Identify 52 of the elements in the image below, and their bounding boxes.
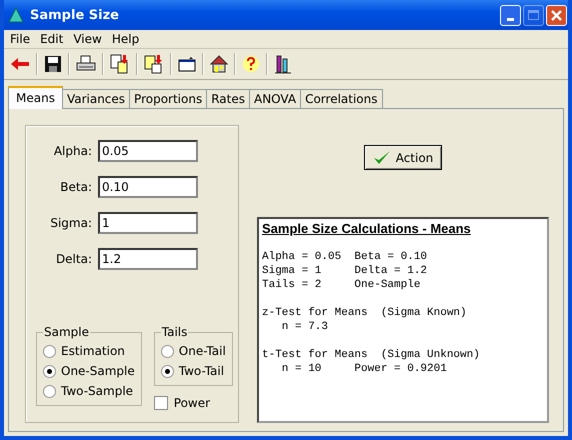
radio-button[interactable] bbox=[160, 344, 174, 358]
output-line: Tails = 2 One-Sample bbox=[262, 278, 422, 292]
field-label: Beta: bbox=[59, 180, 92, 194]
output-line: n = 10 Power = 0.9201 bbox=[280, 362, 448, 376]
input-field[interactable]: 1.2 bbox=[98, 248, 198, 270]
back-arrow-icon[interactable] bbox=[10, 57, 30, 71]
tab[interactable]: Proportions bbox=[129, 89, 208, 108]
checkbox-label: Power bbox=[174, 396, 210, 410]
radio-label: One-Sample bbox=[61, 364, 135, 378]
window-title: Sample Size bbox=[30, 8, 120, 22]
radio-label: Two-Tail bbox=[178, 364, 224, 378]
close-icon bbox=[550, 8, 563, 22]
help-icon[interactable] bbox=[242, 55, 260, 73]
clipboard-arrow-icon[interactable] bbox=[144, 54, 164, 74]
action-button[interactable]: Action bbox=[364, 145, 442, 170]
menu-item[interactable]: Edit bbox=[40, 32, 64, 46]
document-arrow-icon[interactable] bbox=[110, 54, 130, 74]
field-label: Alpha: bbox=[52, 144, 92, 158]
menu-item[interactable]: View bbox=[73, 32, 102, 46]
group-title: Sample bbox=[43, 325, 90, 339]
field-label: Sigma: bbox=[49, 216, 92, 230]
menu-item[interactable]: File bbox=[10, 32, 30, 46]
checkbox[interactable] bbox=[154, 396, 168, 410]
radio-label: Estimation bbox=[61, 344, 125, 358]
tab[interactable]: Means bbox=[8, 86, 63, 109]
output-line: z-Test for Means (Sigma Known) bbox=[262, 306, 468, 320]
home-icon[interactable] bbox=[210, 55, 228, 73]
triangle-icon bbox=[8, 7, 24, 23]
output-line: t-Test for Means (Sigma Unknown) bbox=[262, 348, 481, 362]
tab[interactable]: Correlations bbox=[300, 89, 382, 108]
radio-label: Two-Sample bbox=[61, 384, 134, 398]
save-icon[interactable] bbox=[44, 55, 62, 73]
checkmark-icon bbox=[372, 150, 391, 166]
output-heading: Sample Size Calculations - Means bbox=[262, 221, 472, 236]
radio-button[interactable] bbox=[160, 364, 174, 378]
input-field[interactable]: 0.10 bbox=[98, 176, 198, 198]
menu-item[interactable]: Help bbox=[112, 32, 140, 46]
close-button[interactable] bbox=[546, 4, 567, 26]
printer-icon[interactable] bbox=[76, 55, 96, 73]
output-line: n = 7.3 bbox=[280, 320, 330, 334]
input-field[interactable]: 1 bbox=[98, 212, 198, 234]
output-line: Sigma = 1 Delta = 1.2 bbox=[262, 264, 428, 278]
radio-label: One-Tail bbox=[178, 344, 226, 358]
radio-button[interactable] bbox=[43, 364, 56, 378]
group-title: Tails bbox=[160, 325, 188, 339]
field-label: Delta: bbox=[54, 252, 92, 266]
minimize-button[interactable] bbox=[500, 4, 521, 26]
radio-button[interactable] bbox=[43, 344, 56, 358]
radio-button[interactable] bbox=[43, 384, 56, 398]
window-icon[interactable] bbox=[178, 56, 196, 72]
output-line: Alpha = 0.05 Beta = 0.10 bbox=[262, 250, 428, 264]
input-field[interactable]: 0.05 bbox=[98, 140, 198, 162]
